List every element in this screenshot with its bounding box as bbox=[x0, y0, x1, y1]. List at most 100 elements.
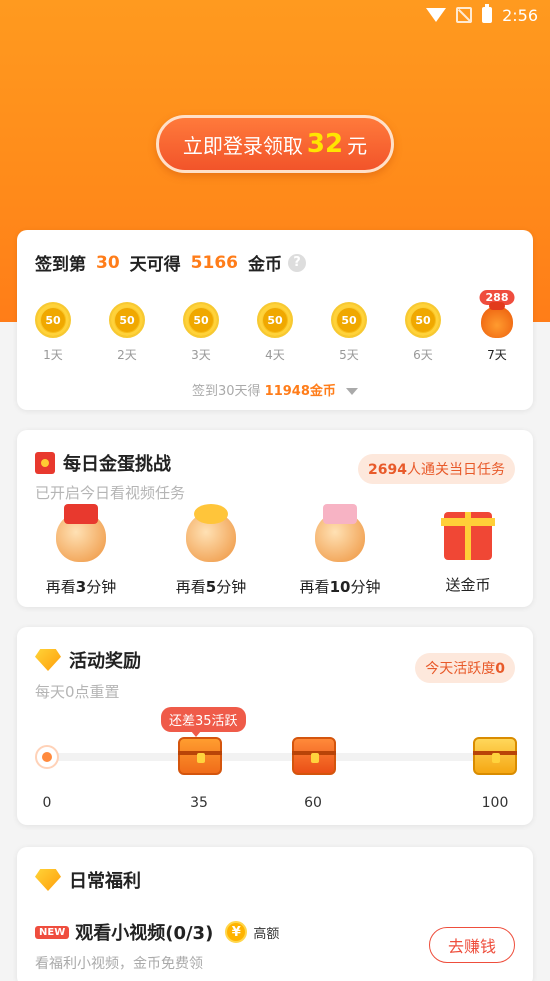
signin-title-a: 签到第 bbox=[35, 255, 86, 275]
login-amount: 32 bbox=[306, 129, 344, 159]
activity-heading: 活动奖励 bbox=[35, 647, 141, 673]
egg-pill-text: 人通关当日任务 bbox=[407, 462, 505, 478]
egg-task-1[interactable]: 再看3分钟 bbox=[31, 504, 131, 597]
coin-icon: 50 bbox=[331, 302, 367, 338]
coin-icon: 50 bbox=[183, 302, 219, 338]
task-num: 5 bbox=[205, 578, 217, 596]
signin-foot-coins: 11948金币 bbox=[264, 384, 336, 399]
egg-task-gift[interactable]: 送金币 bbox=[418, 512, 518, 595]
coin-value: 50 bbox=[337, 308, 361, 332]
status-time: 2:56 bbox=[502, 5, 538, 25]
tick-label: 0 bbox=[42, 795, 52, 811]
caret-down-icon bbox=[346, 388, 359, 395]
login-suffix: 元 bbox=[347, 133, 368, 158]
egg-pass-pill: 2694人通关当日任务 bbox=[358, 454, 515, 484]
task-pre: 再看 bbox=[299, 578, 330, 596]
chest-100-icon[interactable] bbox=[473, 737, 517, 775]
no-signal-icon bbox=[456, 7, 473, 23]
signin-title-c: 金币 bbox=[248, 255, 282, 275]
egg-task-3[interactable]: 再看10分钟 bbox=[290, 504, 390, 597]
tick-label: 100 bbox=[481, 795, 509, 811]
task-num: 3 bbox=[75, 578, 87, 596]
egg-subtitle: 已开启今日看视频任务 bbox=[35, 484, 186, 502]
activity-pill-text: 今天活跃度 bbox=[425, 661, 496, 677]
progress-start-dot bbox=[35, 745, 59, 769]
help-icon[interactable]: ? bbox=[288, 253, 306, 272]
login-claim-button[interactable]: 立即登录领取 32 元 bbox=[156, 115, 394, 173]
egg-tasks: 再看3分钟 再看5分钟 再看10分钟 送金币 bbox=[17, 504, 533, 602]
wifi-icon bbox=[426, 8, 447, 22]
coin-value: 50 bbox=[263, 308, 287, 332]
task-post: 分钟 bbox=[216, 578, 247, 596]
task-post: 分钟 bbox=[350, 578, 381, 596]
coin-icon: 50 bbox=[109, 302, 145, 338]
welfare-title: 日常福利 bbox=[69, 871, 141, 892]
coin-value: 50 bbox=[41, 308, 65, 332]
day-label: 4天 bbox=[265, 348, 285, 362]
signin-day-count: 30 bbox=[96, 252, 120, 273]
day-label: 7天 bbox=[487, 348, 507, 362]
day-label: 3天 bbox=[191, 348, 211, 362]
red-packet-icon bbox=[35, 452, 55, 474]
gift-bag-icon bbox=[481, 302, 513, 338]
diamond-icon bbox=[35, 649, 61, 671]
welfare-heading: 日常福利 bbox=[35, 867, 141, 893]
tick-label: 60 bbox=[304, 795, 322, 811]
activity-pill-num: 0 bbox=[495, 661, 505, 677]
signin-coin-total: 5166 bbox=[190, 252, 238, 273]
task-label: 送金币 bbox=[445, 576, 491, 594]
go-earn-button[interactable]: 去赚钱 bbox=[429, 927, 515, 963]
day-label: 5天 bbox=[339, 348, 359, 362]
task-label: 再看3分钟 bbox=[31, 576, 131, 597]
day-label: 1天 bbox=[43, 348, 63, 362]
signin-day-4: 50 4天 bbox=[255, 302, 295, 363]
chest-35-icon[interactable] bbox=[178, 737, 222, 775]
high-reward-label: 高额 bbox=[253, 926, 280, 942]
signin-title: 签到第 30 天可得 5166 金币 ? bbox=[35, 250, 306, 275]
signin-day-2: 50 2天 bbox=[107, 302, 147, 363]
day-label: 6天 bbox=[413, 348, 433, 362]
egg-heading: 每日金蛋挑战 bbox=[35, 450, 171, 476]
golden-egg-card: 每日金蛋挑战 2694人通关当日任务 已开启今日看视频任务 再看3分钟 再看5分… bbox=[17, 430, 533, 607]
egg-icon bbox=[56, 504, 106, 562]
signin-days: 50 1天 50 2天 50 3天 50 4天 50 5天 50 6天 288 … bbox=[17, 290, 533, 363]
signin-title-b: 天可得 bbox=[129, 255, 181, 275]
egg-pill-num: 2694 bbox=[368, 462, 407, 478]
signin-day-3: 50 3天 bbox=[181, 302, 221, 363]
task-num: 10 bbox=[329, 578, 351, 596]
activity-remaining-tooltip: 还差35活跃 bbox=[161, 707, 246, 737]
task-label: 再看5分钟 bbox=[161, 576, 261, 597]
daily-welfare-card: 日常福利 NEW 观看小视频(0/3) ¥ 高额 看福利小视频，金币免费领 去赚… bbox=[17, 847, 533, 981]
video-task-name: 观看小视频(0/3) bbox=[75, 923, 214, 944]
task-pre: 再看 bbox=[45, 578, 76, 596]
activity-card: 活动奖励 今天活跃度0 每天0点重置 还差35活跃 0 35 60 100 bbox=[17, 627, 533, 825]
chest-60-icon[interactable] bbox=[292, 737, 336, 775]
coin-icon: 50 bbox=[405, 302, 441, 338]
signin-day-7: 288 7天 bbox=[477, 290, 517, 363]
coin-value: 50 bbox=[411, 308, 435, 332]
day-label: 2天 bbox=[117, 348, 137, 362]
egg-task-2[interactable]: 再看5分钟 bbox=[161, 504, 261, 597]
signin-day-6: 50 6天 bbox=[403, 302, 443, 363]
activity-title: 活动奖励 bbox=[69, 651, 141, 672]
diamond-icon bbox=[35, 869, 61, 891]
yuan-coin-icon: ¥ bbox=[225, 921, 248, 943]
activity-subtitle: 每天0点重置 bbox=[35, 683, 120, 701]
egg-icon bbox=[186, 504, 236, 562]
activity-progress-track bbox=[45, 753, 511, 761]
coin-value: 50 bbox=[189, 308, 213, 332]
activity-level-pill: 今天活跃度0 bbox=[415, 653, 515, 683]
coin-icon: 50 bbox=[35, 302, 71, 338]
gift-box-icon bbox=[441, 512, 495, 560]
signin-day-5: 50 5天 bbox=[329, 302, 369, 363]
coin-icon: 50 bbox=[257, 302, 293, 338]
new-badge: NEW bbox=[35, 925, 70, 939]
task-label: 再看10分钟 bbox=[290, 576, 390, 597]
login-prefix: 立即登录领取 bbox=[182, 133, 303, 158]
signin-day-1: 50 1天 bbox=[33, 302, 73, 363]
signin-expand-toggle[interactable]: 签到30天得 11948金币 bbox=[17, 380, 533, 399]
status-bar: 2:56 bbox=[0, 0, 550, 30]
signin-foot-text: 签到30天得 bbox=[191, 384, 261, 399]
coin-value: 50 bbox=[115, 308, 139, 332]
signin-card: 签到第 30 天可得 5166 金币 ? 50 1天 50 2天 50 3天 5… bbox=[17, 230, 533, 410]
